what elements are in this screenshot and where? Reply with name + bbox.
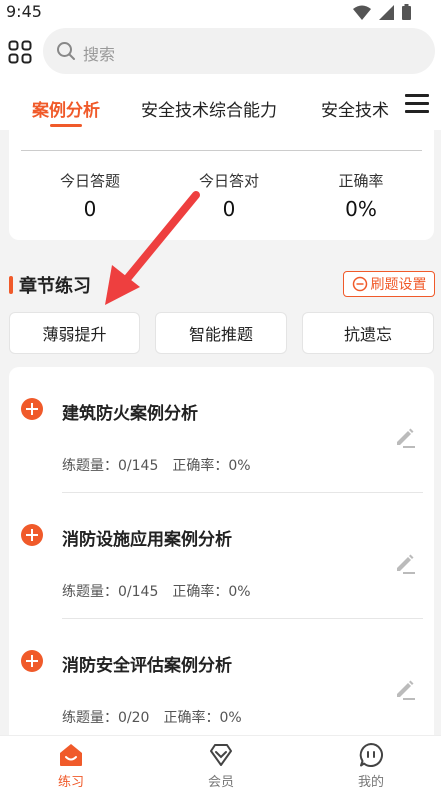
practice-icon (60, 744, 82, 766)
search-placeholder: 搜索 (83, 45, 116, 64)
stat-value: 0 (83, 197, 97, 221)
tab-safety-tech[interactable]: 安全技术 (321, 96, 389, 121)
expand-plus-icon[interactable] (21, 398, 43, 420)
bottom-nav: 练习 会员 我的 (0, 735, 441, 792)
status-bar: 9:45 (0, 0, 441, 24)
nav-label: 练习 (57, 775, 84, 790)
list-item[interactable]: 消防设施应用案例分析 练题量：0/145 正确率：0% (9, 493, 434, 619)
wifi-icon (353, 5, 371, 20)
list-item[interactable]: 建筑防火案例分析 练题量：0/145 正确率：0% (9, 367, 434, 493)
nav-practice[interactable]: 练习 (31, 742, 111, 790)
practice-count: 练题量：0/145 (62, 458, 159, 474)
stat-today-correct: 今日答对 0 (169, 170, 289, 221)
settings-label: 刷题设置 (370, 277, 427, 293)
active-tab-indicator (50, 124, 82, 127)
hamburger-menu-icon[interactable] (405, 94, 429, 114)
header: 搜索 (0, 24, 441, 80)
chapter-meta: 练题量：0/145 正确率：0% (62, 455, 251, 475)
stat-label: 今日答题 (59, 172, 120, 190)
weak-improve-button[interactable]: 薄弱提升 (9, 312, 140, 354)
practice-settings-button[interactable]: 刷题设置 (343, 271, 435, 297)
chapter-title: 消防设施应用案例分析 (62, 530, 232, 550)
practice-count: 练题量：0/145 (62, 584, 159, 600)
accuracy: 正确率：0% (172, 458, 251, 474)
nav-profile[interactable]: 我的 (331, 742, 411, 790)
smart-recommend-button[interactable]: 智能推题 (155, 312, 287, 354)
expand-plus-icon[interactable] (21, 650, 43, 672)
stat-today-answered: 今日答题 0 (30, 170, 150, 221)
section-accent-bar (9, 276, 13, 294)
accuracy: 正确率：0% (172, 584, 251, 600)
chapter-title: 建筑防火案例分析 (62, 404, 198, 424)
signal-icon (379, 4, 394, 20)
stat-value: 0 (222, 197, 236, 221)
divider (21, 150, 422, 151)
chapter-meta: 练题量：0/145 正确率：0% (62, 581, 251, 601)
subject-tabs: 案例分析 安全技术综合能力 安全技术 (0, 80, 441, 130)
accuracy: 正确率：0% (163, 710, 242, 726)
grid-menu-icon[interactable] (8, 40, 32, 64)
section-title: 章节练习 (9, 272, 91, 298)
edit-pencil-icon[interactable] (393, 551, 417, 575)
battery-icon (402, 4, 411, 20)
stat-label: 正确率 (338, 172, 384, 190)
nav-label: 我的 (357, 775, 384, 790)
anti-forget-button[interactable]: 抗遗忘 (302, 312, 434, 354)
section-title-text: 章节练习 (19, 276, 91, 297)
practice-count: 练题量：0/20 (62, 710, 150, 726)
list-item[interactable]: 消防安全评估案例分析 练题量：0/20 正确率：0% (9, 619, 434, 745)
chapter-list: 建筑防火案例分析 练题量：0/145 正确率：0% 消防设施应用案例分析 练题量：… (9, 367, 434, 747)
diamond-icon (210, 744, 232, 766)
stat-value: 0% (345, 197, 377, 221)
chat-bubble-icon (359, 743, 383, 767)
tab-safety-tech-ability[interactable]: 安全技术综合能力 (141, 96, 277, 121)
tab-case-analysis[interactable]: 案例分析 (32, 96, 100, 121)
stat-label: 今日答对 (198, 172, 259, 190)
expand-plus-icon[interactable] (21, 524, 43, 546)
edit-pencil-icon[interactable] (393, 425, 417, 449)
minus-circle-icon (352, 276, 367, 292)
status-time: 9:45 (6, 2, 42, 21)
edit-pencil-icon[interactable] (393, 677, 417, 701)
stat-accuracy: 正确率 0% (301, 170, 421, 221)
nav-membership[interactable]: 会员 (181, 742, 261, 790)
today-stats-card: 今日答题 0 今日答对 0 正确率 0% (9, 128, 434, 240)
search-icon (57, 42, 75, 60)
chapter-title: 消防安全评估案例分析 (62, 656, 232, 676)
nav-label: 会员 (207, 775, 234, 790)
chapter-meta: 练题量：0/20 正确率：0% (62, 707, 242, 727)
search-input[interactable]: 搜索 (43, 28, 435, 74)
